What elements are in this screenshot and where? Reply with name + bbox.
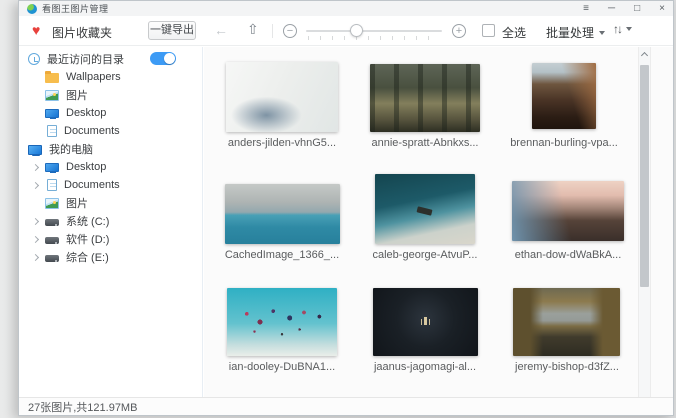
photo-filename: jaanus-jagomagi-al... bbox=[373, 361, 477, 373]
photo-filename: brennan-burling-vpa... bbox=[510, 137, 618, 149]
photo-filename: ethan-dow-dWaBkA... bbox=[514, 249, 622, 261]
sort-icon: ↑↓ bbox=[613, 22, 623, 36]
sidebar-item-documents[interactable]: Documents bbox=[19, 176, 202, 194]
toolbar: ♥ 图片收藏夹 一键导出 ← ⇧ − + 全选 批量处理 ↑↓ bbox=[19, 16, 673, 46]
photo-thumbnail-canyon-mountains[interactable] bbox=[532, 63, 596, 129]
sidebar-item--[interactable]: 图片 bbox=[19, 86, 202, 104]
sidebar-item--e-[interactable]: 综合 (E:) bbox=[19, 248, 202, 266]
favorites-title: 图片收藏夹 bbox=[52, 26, 113, 40]
sidebar-item-label: Desktop bbox=[66, 107, 107, 119]
window-title: 看图王图片管理 bbox=[42, 4, 109, 14]
sidebar-item--d-[interactable]: 软件 (D:) bbox=[19, 230, 202, 248]
batch-process-label: 批量处理 bbox=[546, 26, 595, 40]
batch-process-button[interactable]: 批量处理 bbox=[546, 24, 606, 41]
sidebar-item-desktop[interactable]: Desktop bbox=[19, 104, 202, 122]
photo-filename: jeremy-bishop-d3fZ... bbox=[515, 361, 619, 373]
photo-thumbnail-hot-air-balloons[interactable] bbox=[227, 288, 337, 356]
expand-arrow-icon[interactable] bbox=[31, 235, 40, 243]
back-icon[interactable]: ← bbox=[214, 22, 228, 38]
desktop-icon bbox=[45, 163, 59, 173]
document-icon bbox=[47, 125, 57, 137]
expand-arrow-icon[interactable] bbox=[31, 163, 40, 171]
sidebar-item-label: Wallpapers bbox=[66, 71, 121, 83]
select-all-label: 全选 bbox=[502, 26, 527, 40]
sidebar-item-wallpapers[interactable]: Wallpapers bbox=[19, 68, 202, 86]
toolbar-divider bbox=[272, 24, 273, 38]
sidebar-item-label: 软件 (D:) bbox=[66, 234, 110, 246]
sidebar-tree: 最近访问的目录 Wallpapers 图片 Desktop Documents 我的电脑 D… bbox=[19, 47, 203, 397]
folder-icon bbox=[45, 71, 59, 83]
sidebar-item-label: 系统 (C:) bbox=[66, 216, 110, 228]
sidebar-item-label: Documents bbox=[64, 179, 120, 191]
sidebar-item-label: Documents bbox=[64, 125, 120, 137]
desktop-icon bbox=[45, 109, 59, 119]
photo-filename: ian-dooley-DuBNA1... bbox=[228, 361, 336, 373]
zoom-out-icon[interactable]: − bbox=[283, 24, 297, 38]
sidebar-item--c-[interactable]: 系统 (C:) bbox=[19, 212, 202, 230]
minimize-icon[interactable]: ─ bbox=[608, 1, 615, 16]
photo-thumbnail-snow-aerial[interactable] bbox=[226, 62, 338, 132]
sidebar-item-label: 我的电脑 bbox=[49, 144, 93, 156]
computer-icon bbox=[28, 144, 42, 156]
photo-filename: annie-spratt-Abnkxs... bbox=[371, 137, 479, 149]
sidebar-item-label: 最近访问的目录 bbox=[47, 54, 124, 66]
document-icon bbox=[47, 179, 57, 191]
chevron-down-icon bbox=[626, 27, 632, 31]
slider-thumb[interactable] bbox=[349, 24, 363, 37]
export-button[interactable]: 一键导出 bbox=[148, 21, 196, 40]
status-bar: 27张图片,共121.97MB bbox=[19, 397, 673, 415]
sidebar-item--[interactable]: 最近访问的目录 bbox=[19, 50, 202, 68]
photo-thumbnail-sea-horizon[interactable] bbox=[225, 184, 340, 244]
zoom-in-icon[interactable]: + bbox=[452, 24, 466, 38]
close-icon[interactable]: × bbox=[659, 1, 665, 16]
photo-thumbnail-forest-deer[interactable] bbox=[370, 64, 480, 132]
up-directory-icon[interactable]: ⇧ bbox=[247, 21, 259, 38]
status-text: 27张图片,共121.97MB bbox=[28, 401, 138, 414]
chevron-down-icon bbox=[599, 30, 606, 35]
sort-button[interactable]: ↑↓ bbox=[613, 22, 632, 36]
menu-icon[interactable]: ≡ bbox=[583, 1, 589, 16]
expand-arrow-icon[interactable] bbox=[31, 253, 40, 261]
clock-icon bbox=[28, 53, 40, 65]
slider-ticks bbox=[308, 36, 440, 40]
recent-directories-toggle[interactable] bbox=[150, 52, 176, 65]
sidebar-item-label: 图片 bbox=[66, 198, 88, 210]
thumbnail-size-slider[interactable] bbox=[306, 24, 442, 40]
drive-icon bbox=[45, 255, 59, 262]
drive-icon bbox=[45, 219, 59, 226]
photo-filename: CachedImage_1366_... bbox=[224, 249, 340, 261]
maximize-icon[interactable]: □ bbox=[634, 1, 640, 16]
pictures-icon bbox=[45, 90, 59, 101]
expand-arrow-icon[interactable] bbox=[31, 181, 40, 189]
sidebar-item--[interactable]: 我的电脑 bbox=[19, 140, 202, 158]
select-all-checkbox[interactable] bbox=[482, 24, 495, 37]
app-logo-icon bbox=[27, 3, 37, 14]
photo-filename: caleb-george-AtvuP... bbox=[372, 249, 478, 261]
sidebar-item-desktop[interactable]: Desktop bbox=[19, 158, 202, 176]
photo-thumbnail-boat-aerial[interactable] bbox=[375, 174, 475, 244]
sidebar-item--[interactable]: 图片 bbox=[19, 194, 202, 212]
vertical-scrollbar[interactable] bbox=[638, 47, 651, 397]
sidebar-item-label: Desktop bbox=[66, 161, 107, 173]
title-bar: 看图王图片管理 ≡ ─ □ × bbox=[19, 1, 673, 16]
sidebar-item-label: 图片 bbox=[66, 90, 88, 102]
sidebar-item-label: 综合 (E:) bbox=[66, 252, 109, 264]
pictures-icon bbox=[45, 198, 59, 209]
scroll-up-icon[interactable] bbox=[640, 51, 649, 60]
drive-icon bbox=[45, 237, 59, 244]
photo-thumbnail-autumn-lake[interactable] bbox=[513, 288, 620, 356]
photo-thumbnail-dark-water-person[interactable] bbox=[373, 288, 478, 356]
photo-filename: anders-jilden-vhnG5... bbox=[227, 137, 337, 149]
sidebar-item-documents[interactable]: Documents bbox=[19, 122, 202, 140]
gallery-panel: anders-jilden-vhnG5... annie-spratt-Abnkx… bbox=[204, 47, 673, 397]
expand-arrow-icon[interactable] bbox=[31, 217, 40, 225]
photo-thumbnail-sunset-coast[interactable] bbox=[512, 181, 624, 241]
app-window: 看图王图片管理 ≡ ─ □ × ♥ 图片收藏夹 一键导出 ← ⇧ − + 全选 … bbox=[18, 0, 674, 416]
heart-icon: ♥ bbox=[32, 22, 41, 38]
